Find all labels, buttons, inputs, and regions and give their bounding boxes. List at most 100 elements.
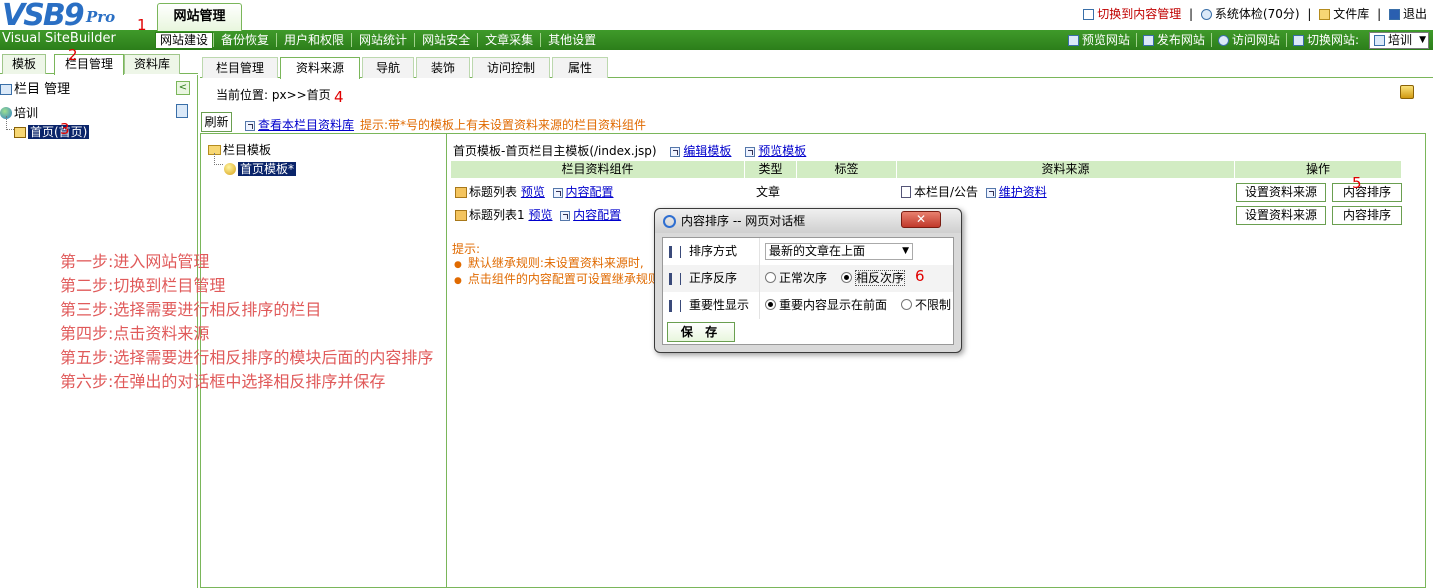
nav-users[interactable]: 用户和权限 xyxy=(276,33,351,47)
file-library-link[interactable]: 文件库 xyxy=(1333,7,1369,21)
tab-templates[interactable]: 模板 xyxy=(2,54,46,74)
site-management-tab[interactable]: 网站管理 xyxy=(157,3,242,31)
ie-icon xyxy=(663,215,676,228)
save-button[interactable]: 保 存 xyxy=(667,322,735,342)
nav-site-build[interactable]: 网站建设 xyxy=(155,31,214,49)
hint-text: 提示:带*号的模板上有未设置资料来源的栏目资料组件 xyxy=(360,118,647,132)
template-title-line: 首页模板-首页栏目主模板(/index.jsp) 编辑模板 预览模板 xyxy=(453,142,806,159)
visit-site-link[interactable]: 访问网站 xyxy=(1210,33,1286,47)
magnifier-icon xyxy=(1200,9,1212,20)
marker-1: 1 xyxy=(137,16,147,34)
step-2: 第二步:切换到栏目管理 xyxy=(60,276,226,295)
step-5: 第五步:选择需要进行相反排序的模块后面的内容排序 xyxy=(60,348,434,367)
col-label: 标签 xyxy=(797,161,897,178)
sort-mode-select[interactable]: 最新的文章在上面 xyxy=(765,243,913,260)
publish-site-link[interactable]: 发布网站 xyxy=(1135,33,1211,47)
step-6: 第六步:在弹出的对话框中选择相反排序并保存 xyxy=(60,372,386,391)
publish-icon xyxy=(1142,35,1154,46)
tab-column-management[interactable]: 栏目管理 xyxy=(54,54,124,75)
importance-first-radio[interactable]: 重要内容显示在前面 xyxy=(765,292,887,319)
preview-link[interactable]: 预览 xyxy=(528,208,552,222)
left-tabs: 模板 栏目管理 资料库 xyxy=(0,54,198,75)
tree-item-home[interactable]: 首页(首页) xyxy=(14,123,90,140)
preview-site-link[interactable]: 预览网站 xyxy=(1062,33,1136,47)
globe-icon xyxy=(1217,35,1229,46)
switch-content-link[interactable]: 切换到内容管理 xyxy=(1097,7,1181,21)
sort-mode-row: 排序方式 最新的文章在上面 xyxy=(663,238,953,265)
sort-content-button[interactable]: 内容排序 xyxy=(1332,183,1402,202)
importance-row: 重要性显示 重要内容显示在前面 不限制 xyxy=(663,292,953,319)
nav-security[interactable]: 网站安全 xyxy=(414,33,477,47)
tab-library[interactable]: 资料库 xyxy=(124,54,180,74)
database-icon[interactable] xyxy=(176,104,188,118)
view-library-link[interactable]: 查看本栏目资料库 xyxy=(245,116,354,133)
switch-icon xyxy=(1292,35,1304,46)
importance-label: 重要性显示 xyxy=(689,298,750,312)
document-icon xyxy=(901,186,911,198)
close-button[interactable]: ✕ xyxy=(901,211,941,228)
logo-subtitle: Visual SiteBuilder xyxy=(2,31,116,46)
tab-data-source[interactable]: 资料来源 xyxy=(280,57,360,79)
maintain-link[interactable]: 维护资料 xyxy=(999,185,1047,199)
tab-access-control[interactable]: 访问控制 xyxy=(472,57,550,78)
open-icon xyxy=(985,187,996,198)
set-source-button[interactable]: 设置资料来源 xyxy=(1236,183,1326,202)
order-row: 正序反序 正常次序 相反次序 6 xyxy=(663,265,953,292)
top-links: 切换到内容管理 | 系统体检(70分) | 文件库 | 退出 xyxy=(1079,5,1427,22)
order-reverse-radio[interactable]: 相反次序 xyxy=(841,265,906,292)
marker-2: 2 xyxy=(68,46,78,64)
folder-icon xyxy=(1319,9,1331,20)
preview-link[interactable]: 预览 xyxy=(521,185,545,199)
exit-icon xyxy=(1388,9,1400,20)
sort-mode-label: 排序方式 xyxy=(689,244,738,258)
set-source-button[interactable]: 设置资料来源 xyxy=(1236,206,1326,225)
template-tree-home[interactable]: 首页模板* xyxy=(224,160,297,177)
col-actions: 操作 xyxy=(1235,161,1402,178)
collapse-icon[interactable]: < xyxy=(176,81,190,95)
open-icon xyxy=(670,146,681,157)
site-icon xyxy=(1373,34,1385,46)
config-link[interactable]: 内容配置 xyxy=(566,185,614,199)
tab-column-mgmt[interactable]: 栏目管理 xyxy=(202,57,278,78)
marker-4: 4 xyxy=(334,88,344,106)
component-type: 文章 xyxy=(756,185,781,199)
tab-decoration[interactable]: 装饰 xyxy=(416,57,470,78)
tab-navigation[interactable]: 导航 xyxy=(362,57,414,78)
step-3: 第三步:选择需要进行相反排序的栏目 xyxy=(60,300,322,319)
content-switch-icon xyxy=(1083,9,1095,20)
up-level-icon[interactable] xyxy=(1400,85,1414,99)
sort-dialog: 内容排序 -- 网页对话框 ✕ 排序方式 最新的文章在上面 正序反序 正常次序 … xyxy=(654,208,962,353)
marker-6: 6 xyxy=(915,267,925,285)
preview-template-link[interactable]: 预览模板 xyxy=(745,144,806,158)
preview-icon xyxy=(1067,35,1079,46)
tab-properties[interactable]: 属性 xyxy=(552,57,608,78)
list-icon xyxy=(669,246,681,258)
edit-template-link[interactable]: 编辑模板 xyxy=(670,144,731,158)
config-link[interactable]: 内容配置 xyxy=(573,208,621,222)
tip-config-rule: 点击组件的内容配置可设置继承规则 xyxy=(454,270,660,287)
site-select[interactable]: 培训 xyxy=(1368,31,1429,49)
nav-backup[interactable]: 备份恢复 xyxy=(213,33,276,47)
importance-icon xyxy=(669,300,681,312)
nav-collect[interactable]: 文章采集 xyxy=(477,33,540,47)
system-check-link[interactable]: 系统体检(70分) xyxy=(1215,7,1300,21)
refresh-button[interactable]: 刷新 xyxy=(201,112,232,132)
nav-other[interactable]: 其他设置 xyxy=(540,33,603,47)
column-panel-header: 栏目 管理 < xyxy=(0,78,190,98)
column-icon xyxy=(0,84,12,95)
template-title: 首页模板-首页栏目主模板(/index.jsp) xyxy=(453,144,657,158)
component-icon xyxy=(455,187,467,198)
open-icon xyxy=(245,120,255,131)
importance-none-radio[interactable]: 不限制 xyxy=(901,292,951,319)
panel-title: 栏目 管理 xyxy=(14,82,71,97)
open-icon xyxy=(552,187,563,198)
marker-5: 5 xyxy=(1352,174,1362,192)
col-source: 资料来源 xyxy=(897,161,1235,178)
switch-site-label: 切换网站: xyxy=(1285,33,1365,47)
component-icon xyxy=(455,210,467,221)
order-normal-radio[interactable]: 正常次序 xyxy=(765,265,827,292)
sort-content-button[interactable]: 内容排序 xyxy=(1332,206,1402,225)
logout-link[interactable]: 退出 xyxy=(1403,7,1427,21)
site-actions-nav: 预览网站 发布网站 访问网站 切换网站: 培训 xyxy=(1062,30,1429,50)
nav-stats[interactable]: 网站统计 xyxy=(351,33,414,47)
